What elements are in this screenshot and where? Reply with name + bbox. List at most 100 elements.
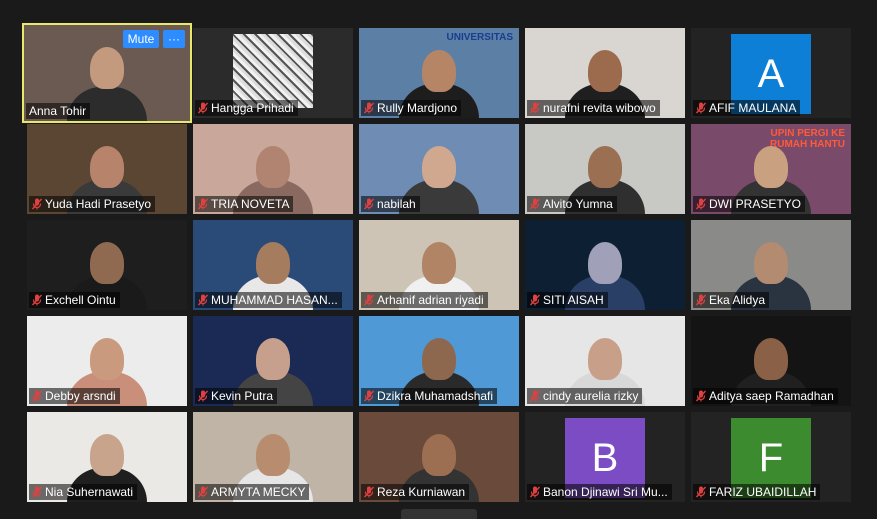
participant-tile[interactable]: B Banon Djinawi Sri Mu... [525,412,685,502]
mic-muted-icon [695,486,707,498]
participant-name: nabilah [377,197,416,211]
mic-muted-icon [363,390,375,402]
participant-nameplate: Eka Alidya [693,292,770,308]
participant-name: Nia Suhernawati [45,485,134,499]
participant-tile[interactable]: Arhanif adrian riyadi [359,220,519,310]
person-head [256,242,290,284]
participant-nameplate: cindy aurelia rizky [527,388,643,404]
mic-muted-icon [197,390,209,402]
profile-picture [233,34,313,108]
participant-name: Dzikra Muhamadshafi [377,389,494,403]
person-head [422,50,456,92]
participant-tile[interactable]: Eka Alidya [691,220,851,310]
gallery-view: Anna Tohir Mute ··· Hangga Prihadi UNIVERSIT… [0,0,877,519]
participant-tile[interactable]: A AFIF MAULANA [691,28,851,118]
participant-tile[interactable]: Exchell Ointu [27,220,187,310]
mic-muted-icon [529,294,541,306]
participant-nameplate: Kevin Putra [195,388,278,404]
mic-muted-icon [197,294,209,306]
participant-nameplate: Hangga Prihadi [195,100,298,116]
participant-name: Banon Djinawi Sri Mu... [543,485,668,499]
participant-tile[interactable]: Nia Suhernawati [27,412,187,502]
participant-tile[interactable]: Hangga Prihadi [193,28,353,118]
mic-muted-icon [695,294,707,306]
participant-tile[interactable]: MUHAMMAD HASAN... [193,220,353,310]
mic-muted-icon [529,486,541,498]
participant-name: Debby arsndi [45,389,116,403]
participant-name: Yuda Hadi Prasetyo [45,197,152,211]
participant-name: Rully Mardjono [377,101,458,115]
participant-tile[interactable]: Debby arsndi [27,316,187,406]
person-head [422,146,456,188]
mic-muted-icon [363,294,375,306]
participant-nameplate: nurafni revita wibowo [527,100,660,116]
participant-nameplate: MUHAMMAD HASAN... [195,292,342,308]
participant-name: Reza Kurniawan [377,485,466,499]
person-head [90,242,124,284]
mic-muted-icon [363,198,375,210]
mic-muted-icon [529,102,541,114]
participant-nameplate: Rully Mardjono [361,100,462,116]
participant-tile[interactable]: UNIVERSITAS Rully Mardjono [359,28,519,118]
participant-name: nurafni revita wibowo [543,101,656,115]
participant-name: Kevin Putra [211,389,274,403]
mute-button[interactable]: Mute [123,30,159,48]
participant-tile[interactable]: UPIN PERGI KE RUMAH HANTU DWI PRASETYO [691,124,851,214]
participant-name: DWI PRASETYO [709,197,802,211]
participant-nameplate: Debby arsndi [29,388,120,404]
mic-muted-icon [695,390,707,402]
participant-name: Eka Alidya [709,293,766,307]
participant-name: ARMYTA MECKY [211,485,306,499]
mic-muted-icon [31,390,43,402]
participant-tile[interactable]: TRIA NOVETA [193,124,353,214]
toolbar-handle[interactable] [401,509,477,519]
person-head [588,242,622,284]
person-head [422,338,456,380]
participant-name: Aditya saep Ramadhan [709,389,834,403]
participant-nameplate: DWI PRASETYO [693,196,806,212]
person-head [754,338,788,380]
mic-muted-icon [363,486,375,498]
participant-tile[interactable]: cindy aurelia rizky [525,316,685,406]
participant-name: Arhanif adrian riyadi [377,293,484,307]
participant-tile[interactable]: Alvito Yumna [525,124,685,214]
participant-tile[interactable]: Anna Tohir Mute ··· [22,23,192,123]
participant-nameplate: Arhanif adrian riyadi [361,292,488,308]
participant-nameplate: SITI AISAH [527,292,608,308]
person-head [256,434,290,476]
participant-tile[interactable]: nabilah [359,124,519,214]
participant-tile[interactable]: ARMYTA MECKY [193,412,353,502]
participant-nameplate: Banon Djinawi Sri Mu... [527,484,672,500]
participant-nameplate: Alvito Yumna [527,196,617,212]
participant-tile[interactable]: Yuda Hadi Prasetyo [27,124,187,214]
person-head [422,434,456,476]
person-head [588,146,622,188]
more-options-button[interactable]: ··· [163,30,185,48]
participant-tile[interactable]: SITI AISAH [525,220,685,310]
person-head [256,338,290,380]
person-head [754,242,788,284]
person-head [90,434,124,476]
person-head [588,50,622,92]
participant-name: cindy aurelia rizky [543,389,639,403]
person-head [90,338,124,380]
participant-nameplate: Exchell Ointu [29,292,120,308]
participant-nameplate: Anna Tohir [26,103,91,119]
person-head [422,242,456,284]
participant-nameplate: nabilah [361,196,420,212]
mic-muted-icon [363,102,375,114]
person-head [90,146,124,188]
participant-nameplate: Yuda Hadi Prasetyo [29,196,156,212]
background-banner-text: UNIVERSITAS [446,32,514,43]
participant-tile[interactable]: Reza Kurniawan [359,412,519,502]
participant-nameplate: TRIA NOVETA [195,196,294,212]
person-head [754,146,788,188]
mic-muted-icon [197,198,209,210]
participant-tile[interactable]: Dzikra Muhamadshafi [359,316,519,406]
mic-muted-icon [695,102,707,114]
participant-tile[interactable]: nurafni revita wibowo [525,28,685,118]
participant-tile[interactable]: Kevin Putra [193,316,353,406]
participant-tile[interactable]: F FARIZ UBAIDILLAH [691,412,851,502]
participant-name: AFIF MAULANA [709,101,797,115]
participant-tile[interactable]: Aditya saep Ramadhan [691,316,851,406]
